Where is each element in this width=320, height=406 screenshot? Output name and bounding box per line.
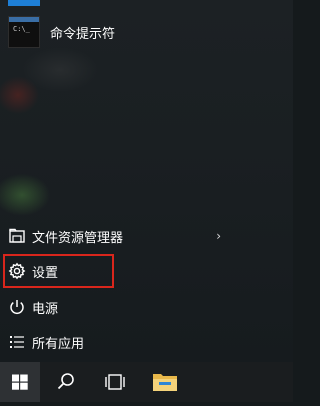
task-view-button[interactable]: [97, 362, 133, 402]
taskbar: [0, 362, 293, 402]
menu-item-label: 电源: [32, 302, 59, 317]
menu-item-all-apps[interactable]: 所有应用: [0, 327, 293, 357]
start-button[interactable]: [0, 362, 40, 402]
search-button[interactable]: [48, 362, 84, 402]
menu-item-label: 文件资源管理器: [32, 231, 124, 246]
task-view-icon: [105, 374, 125, 390]
windows-logo-icon: [12, 374, 28, 390]
menu-item-file-explorer[interactable]: 文件资源管理器 ›: [0, 221, 293, 251]
chevron-right-icon[interactable]: ›: [216, 229, 221, 243]
app-tile-strip[interactable]: [8, 0, 40, 6]
search-icon: [57, 373, 74, 390]
app-command-prompt[interactable]: C:\_ 命令提示符: [0, 14, 293, 50]
settings-highlight-box: [3, 254, 114, 288]
folder-icon: [153, 374, 177, 391]
power-icon: [8, 298, 26, 316]
command-prompt-icon: C:\_: [8, 16, 40, 48]
start-menu: C:\_ 命令提示符 文件资源管理器 › 设置 电源 所有应用: [0, 0, 293, 362]
file-explorer-icon: [8, 227, 26, 245]
file-explorer-taskbar-button[interactable]: [147, 362, 183, 402]
menu-item-label: 所有应用: [32, 337, 85, 352]
app-label: 命令提示符: [50, 27, 116, 42]
list-icon: [8, 333, 26, 351]
menu-item-power[interactable]: 电源: [0, 292, 293, 322]
